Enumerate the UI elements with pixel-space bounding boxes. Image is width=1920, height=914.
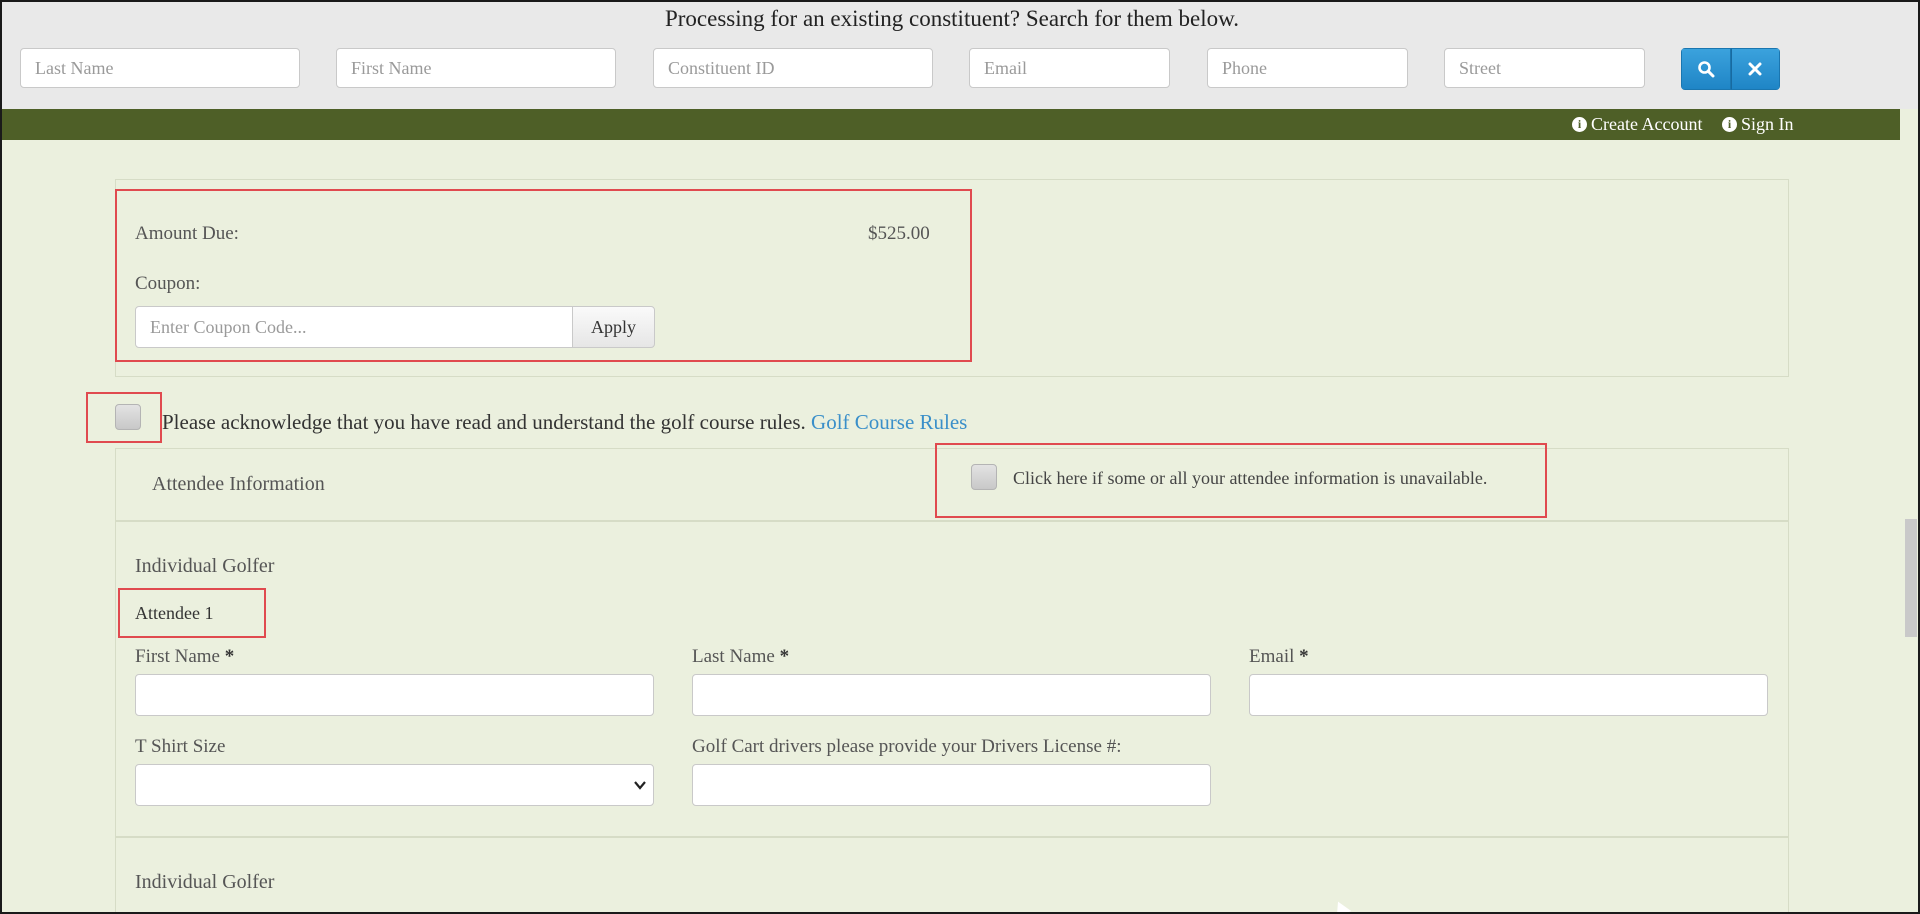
last-name-search-input[interactable] [20, 48, 300, 88]
email-label-text: Email [1249, 646, 1295, 667]
create-account-label: Create Account [1591, 114, 1703, 134]
close-icon [1748, 62, 1762, 76]
apply-coupon-button[interactable]: Apply [572, 306, 655, 348]
first-name-field[interactable] [135, 674, 654, 716]
search-button[interactable] [1681, 48, 1731, 90]
first-name-label: First Name * [135, 646, 234, 668]
required-mark: * [779, 646, 790, 667]
search-title: Processing for an existing constituent? … [664, 6, 1239, 31]
tshirt-size-label: T Shirt Size [135, 736, 226, 757]
last-name-label-text: Last Name [692, 646, 775, 667]
drivers-license-label: Golf Cart drivers please provide your Dr… [692, 736, 1122, 757]
scrollbar-thumb[interactable] [1905, 519, 1917, 637]
email-search-input[interactable] [969, 48, 1170, 88]
golf-course-rules-link[interactable]: Golf Course Rules [811, 410, 967, 434]
required-mark: * [224, 646, 235, 667]
amount-due-label: Amount Due: [135, 223, 239, 244]
attendee-unavailable-checkbox[interactable] [971, 464, 997, 490]
sign-in-label: Sign In [1741, 114, 1794, 134]
page-scrollbar[interactable] [1902, 109, 1918, 912]
phone-search-input[interactable] [1207, 48, 1408, 88]
coupon-label: Coupon: [135, 273, 201, 294]
tshirt-size-select[interactable] [135, 764, 654, 806]
first-name-label-text: First Name [135, 646, 220, 667]
street-search-input[interactable] [1444, 48, 1645, 88]
rules-acknowledge-text: Please acknowledge that you have read an… [162, 410, 806, 434]
attendee-1-label: Attendee 1 [135, 603, 214, 623]
individual-golfer-title-2: Individual Golfer [135, 871, 275, 893]
create-account-link[interactable]: i Create Account [1572, 114, 1702, 135]
info-icon: i [1722, 117, 1737, 132]
coupon-code-input[interactable] [135, 306, 573, 348]
search-icon [1697, 61, 1715, 78]
search-button-group [1681, 48, 1780, 90]
attendee-unavailable-label: Click here if some or all your attendee … [1013, 468, 1488, 488]
top-nav-bar: i Create Account i Sign In [2, 109, 1900, 140]
last-name-field[interactable] [692, 674, 1211, 716]
rules-acknowledge-checkbox[interactable] [115, 404, 141, 430]
constituent-search-bar: Processing for an existing constituent? … [2, 2, 1918, 109]
app-window: Processing for an existing constituent? … [0, 0, 1920, 914]
drivers-license-field[interactable] [692, 764, 1211, 806]
email-field[interactable] [1249, 674, 1768, 716]
last-name-label: Last Name * [692, 646, 789, 668]
chevron-down-icon [634, 781, 646, 790]
attendee-info-title: Attendee Information [152, 473, 325, 495]
clear-search-button[interactable] [1730, 48, 1780, 90]
constituent-id-search-input[interactable] [653, 48, 933, 88]
individual-golfer-title: Individual Golfer [135, 555, 275, 577]
info-icon: i [1572, 117, 1587, 132]
rules-acknowledge-row: Please acknowledge that you have read an… [162, 410, 967, 435]
first-name-search-input[interactable] [336, 48, 616, 88]
required-mark: * [1299, 646, 1309, 667]
sign-in-link[interactable]: i Sign In [1722, 114, 1794, 135]
attendee-form-panel-2 [115, 837, 1789, 912]
email-label: Email * [1249, 646, 1309, 668]
amount-due-value: $525.00 [868, 223, 930, 244]
